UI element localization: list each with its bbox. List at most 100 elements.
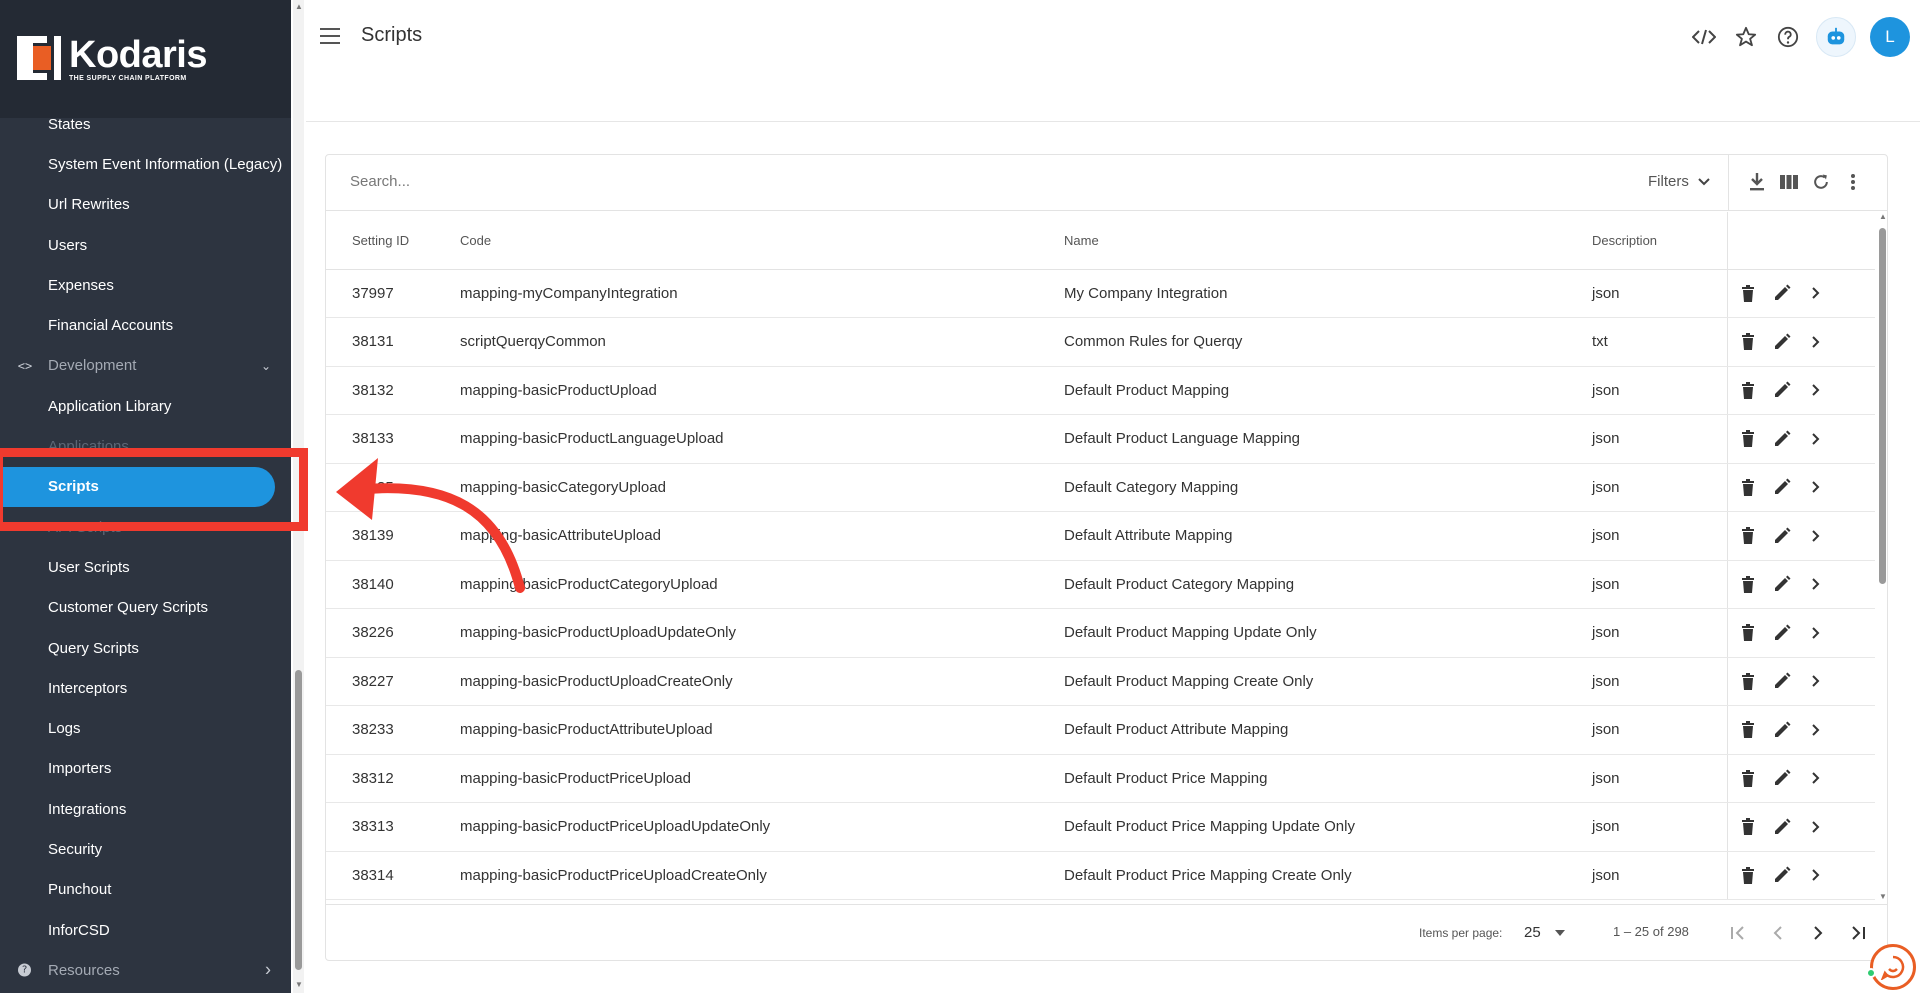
table-row[interactable]: 38233 mapping-basicProductAttributeUpload… [326,705,1875,755]
chevron-right-icon[interactable] [1806,623,1826,643]
hamburger-menu-icon[interactable] [320,28,340,44]
sidebar-item-punchout[interactable]: Punchout [0,870,291,910]
table-row[interactable]: 38132 mapping-basicProductUpload Default P… [326,366,1875,415]
help-icon[interactable] [1774,23,1802,51]
sidebar-item-inforcsd[interactable]: InforCSD [0,910,291,950]
table-scrollbar[interactable]: ▲ ▼ [1876,212,1888,904]
last-page-icon[interactable] [1846,921,1870,945]
sidebar-item-users[interactable]: Users [0,225,291,265]
logo[interactable]: Kodaris THE SUPPLY CHAIN PLATFORM [0,0,291,118]
sidebar-item-user-scripts[interactable]: User Scripts [0,547,291,587]
refresh-icon[interactable] [1810,171,1832,193]
delete-icon[interactable] [1738,526,1758,546]
sidebar-item-logs[interactable]: Logs [0,708,291,748]
edit-icon[interactable] [1772,671,1792,691]
chevron-right-icon[interactable] [1806,477,1826,497]
items-per-page-select[interactable]: 25 [1524,924,1565,941]
chevron-right-icon[interactable] [1806,720,1826,740]
sidebar-item-url-rewrites[interactable]: Url Rewrites [0,185,291,225]
edit-icon[interactable] [1772,429,1792,449]
assistant-bot-icon[interactable] [1816,17,1856,57]
table-scrollbar-thumb[interactable] [1879,228,1886,584]
edit-icon[interactable] [1772,623,1792,643]
sidebar-item-application-library[interactable]: Application Library [0,386,291,426]
chat-support-icon[interactable] [1870,944,1916,990]
table-row[interactable]: 38140 mapping-basicProductCategoryUpload D… [326,560,1875,609]
table-row[interactable]: 38314 mapping-basicProductPriceUploadCrea… [326,851,1875,900]
more-vert-icon[interactable] [1842,171,1864,193]
previous-page-icon[interactable] [1766,921,1790,945]
chevron-right-icon[interactable] [1806,768,1826,788]
edit-icon[interactable] [1772,768,1792,788]
search-input[interactable] [350,173,1650,190]
sidebar-item-expenses[interactable]: Expenses [0,265,291,305]
column-header-description[interactable]: Description [1592,212,1727,270]
table-row[interactable]: 38227 mapping-basicProductUploadCreateOnl… [326,657,1875,706]
first-page-icon[interactable] [1726,921,1750,945]
sidebar-group-development[interactable]: <> Development ⌄ [0,346,291,386]
sidebar-item-interceptors[interactable]: Interceptors [0,668,291,708]
sidebar-item-financial-accounts[interactable]: Financial Accounts [0,305,291,345]
column-header-name[interactable]: Name [1064,212,1592,270]
scroll-up-icon[interactable]: ▲ [295,2,303,11]
delete-icon[interactable] [1738,283,1758,303]
sidebar-item-security[interactable]: Security [0,829,291,869]
scroll-up-icon[interactable]: ▲ [1879,212,1887,221]
table-row[interactable]: 37997 mapping-myCompanyIntegration My Comp… [326,269,1875,318]
chevron-right-icon[interactable] [1806,380,1826,400]
chevron-right-icon[interactable] [1806,283,1826,303]
delete-icon[interactable] [1738,429,1758,449]
chevron-right-icon[interactable] [1806,332,1826,352]
table-row[interactable]: 38312 mapping-basicProductPriceUpload Defa… [326,754,1875,803]
sidebar-group-resources[interactable]: ? Resources › [0,950,291,990]
delete-icon[interactable] [1738,768,1758,788]
edit-icon[interactable] [1772,477,1792,497]
delete-icon[interactable] [1738,332,1758,352]
delete-icon[interactable] [1738,380,1758,400]
chevron-right-icon[interactable] [1806,671,1826,691]
delete-icon[interactable] [1738,865,1758,885]
edit-icon[interactable] [1772,380,1792,400]
table-row[interactable]: 38313 mapping-basicProductPriceUploadUpda… [326,802,1875,852]
chevron-right-icon[interactable] [1806,574,1826,594]
delete-icon[interactable] [1738,817,1758,837]
delete-icon[interactable] [1738,477,1758,497]
filters-dropdown[interactable]: Filters [1648,173,1711,190]
user-avatar[interactable]: L [1870,17,1910,57]
sidebar-item-query-scripts[interactable]: Query Scripts [0,628,291,668]
chevron-right-icon[interactable] [1806,429,1826,449]
edit-icon[interactable] [1772,817,1792,837]
table-row[interactable]: 38226 mapping-basicProductUploadUpdateOnl… [326,608,1875,658]
edit-icon[interactable] [1772,332,1792,352]
delete-icon[interactable] [1738,623,1758,643]
edit-icon[interactable] [1772,526,1792,546]
chevron-right-icon[interactable] [1806,865,1826,885]
next-page-icon[interactable] [1806,921,1830,945]
chevron-right-icon[interactable] [1806,526,1826,546]
sidebar-item-importers[interactable]: Importers [0,749,291,789]
edit-icon[interactable] [1772,574,1792,594]
scroll-down-icon[interactable]: ▼ [295,980,303,989]
columns-icon[interactable] [1778,171,1800,193]
delete-icon[interactable] [1738,574,1758,594]
edit-icon[interactable] [1772,283,1792,303]
sidebar-item-customer-query-scripts[interactable]: Customer Query Scripts [0,588,291,628]
sidebar-item-integrations[interactable]: Integrations [0,789,291,829]
table-row[interactable]: 38139 mapping-basicAttributeUpload Default… [326,511,1875,561]
sidebar-item-system-event-information-legacy[interactable]: System Event Information (Legacy) [0,144,291,184]
download-icon[interactable] [1746,171,1768,193]
table-row[interactable]: 38135 mapping-basicCategoryUpload Default … [326,463,1875,512]
table-row[interactable]: 38133 mapping-basicProductLanguageUpload D… [326,414,1875,464]
delete-icon[interactable] [1738,720,1758,740]
star-icon[interactable] [1732,23,1760,51]
chevron-right-icon[interactable] [1806,817,1826,837]
edit-icon[interactable] [1772,865,1792,885]
delete-icon[interactable] [1738,671,1758,691]
code-view-icon[interactable] [1690,23,1718,51]
column-header-setting-id[interactable]: Setting ID [326,212,460,270]
column-header-code[interactable]: Code [460,212,1064,270]
table-row[interactable]: 38131 scriptQuerqyCommon Common Rules for … [326,317,1875,367]
scroll-down-icon[interactable]: ▼ [1879,892,1887,901]
sidebar-scrollbar-thumb[interactable] [295,670,302,970]
edit-icon[interactable] [1772,720,1792,740]
